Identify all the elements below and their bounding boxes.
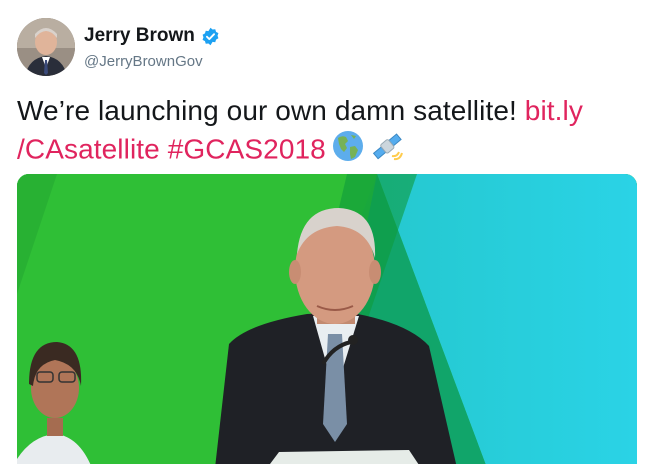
tweet-text-body: We’re launching our own damn satellite!: [17, 95, 525, 126]
author-handle[interactable]: @JerryBrownGov: [84, 53, 203, 70]
tweet-link-part1: bit.ly: [524, 95, 583, 126]
author-display-name[interactable]: Jerry Brown: [84, 25, 195, 47]
verified-badge-icon: [201, 27, 220, 46]
hashtag-link[interactable]: #GCAS2018: [168, 133, 326, 164]
tweet-header: Jerry Brown @JerryBrownGov: [17, 18, 637, 78]
tweet-link-part2: /CAsatellite: [17, 133, 160, 165]
tweet-text: We’re launching our own damn satellite! …: [17, 92, 647, 172]
avatar[interactable]: [17, 18, 75, 76]
video-progress-fill: [17, 464, 637, 468]
tweet-video[interactable]: [17, 174, 637, 468]
video-progress-bar[interactable]: [17, 464, 637, 468]
globe-americas-icon: [332, 130, 364, 172]
satellite-icon: [370, 130, 404, 172]
author-name-row: Jerry Brown: [84, 25, 220, 47]
